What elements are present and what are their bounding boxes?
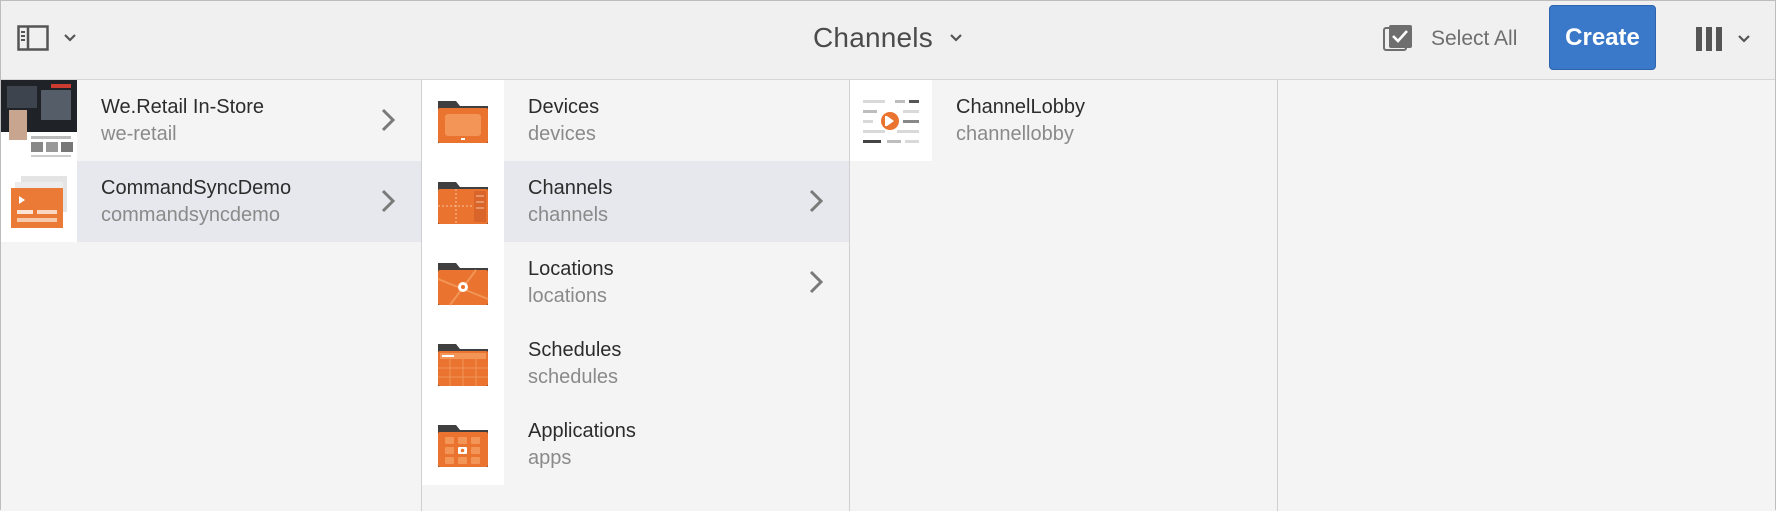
list-item-commandsyncdemo[interactable]: CommandSyncDemo commandsyncdemo bbox=[1, 161, 421, 242]
item-title: Devices bbox=[528, 95, 600, 118]
page-title: Channels bbox=[813, 22, 933, 53]
column-4-empty bbox=[1278, 80, 1775, 511]
list-item-channellobby[interactable]: ChannelLobby channellobby bbox=[850, 80, 1277, 161]
chevron-down-icon bbox=[950, 34, 962, 42]
action-bar: Channels Select All Create bbox=[1, 1, 1775, 80]
devices-folder-icon bbox=[422, 80, 504, 161]
item-name: we-retail bbox=[101, 122, 177, 145]
schedules-folder-icon bbox=[422, 323, 504, 404]
chevron-right-icon bbox=[381, 108, 396, 132]
list-item-we-retail[interactable]: We.Retail In-Store we-retail bbox=[1, 80, 421, 161]
app-frame: Channels Select All Create We.Retail In-… bbox=[0, 0, 1776, 511]
select-all-button[interactable]: Select All bbox=[1383, 19, 1517, 59]
channel-lobby-icon bbox=[850, 80, 932, 161]
chevron-right-icon bbox=[809, 189, 824, 213]
rail-toggle-button[interactable] bbox=[17, 21, 87, 55]
list-item-channels[interactable]: Channels channels bbox=[422, 161, 849, 242]
locations-folder-icon bbox=[422, 242, 504, 323]
item-title: Channels bbox=[528, 176, 613, 199]
view-switcher[interactable] bbox=[1695, 21, 1751, 57]
item-title: Applications bbox=[528, 419, 636, 442]
we-retail-thumbnail bbox=[1, 80, 77, 161]
item-name: apps bbox=[528, 446, 572, 469]
item-name: commandsyncdemo bbox=[101, 203, 280, 226]
list-item-locations[interactable]: Locations locations bbox=[422, 242, 849, 323]
channels-folder-icon bbox=[422, 161, 504, 242]
select-all-label: Select All bbox=[1431, 27, 1518, 50]
item-title: We.Retail In-Store bbox=[101, 95, 265, 118]
commandsyncdemo-thumbnail bbox=[1, 161, 77, 242]
sidebar-icon bbox=[17, 25, 49, 51]
applications-folder-icon bbox=[422, 404, 504, 485]
create-button[interactable]: Create bbox=[1549, 5, 1656, 70]
item-name: schedules bbox=[528, 365, 619, 388]
title-switcher[interactable]: Channels bbox=[813, 17, 963, 59]
list-item-devices[interactable]: Devices devices bbox=[422, 80, 849, 161]
chevron-right-icon bbox=[809, 270, 824, 294]
item-title: ChannelLobby bbox=[956, 95, 1085, 118]
item-title: Locations bbox=[528, 257, 614, 280]
select-all-checkbox-icon bbox=[1383, 25, 1412, 51]
chevron-right-icon bbox=[381, 189, 396, 213]
item-name: devices bbox=[528, 122, 596, 145]
item-title: CommandSyncDemo bbox=[101, 176, 292, 199]
chevron-down-icon bbox=[64, 34, 76, 42]
list-item-schedules[interactable]: Schedules schedules bbox=[422, 323, 849, 404]
item-name: channellobby bbox=[956, 122, 1074, 145]
column-2: Devices devices Channels channels Locati… bbox=[422, 80, 850, 511]
item-title: Schedules bbox=[528, 338, 622, 361]
item-name: channels bbox=[528, 203, 609, 226]
chevron-down-icon bbox=[1738, 35, 1750, 43]
column-3: ChannelLobby channellobby bbox=[850, 80, 1278, 511]
column-view-icon bbox=[1696, 27, 1722, 51]
column-1: We.Retail In-Store we-retail CommandSync… bbox=[1, 80, 422, 511]
list-item-applications[interactable]: Applications apps bbox=[422, 404, 849, 485]
item-name: locations bbox=[528, 284, 607, 307]
